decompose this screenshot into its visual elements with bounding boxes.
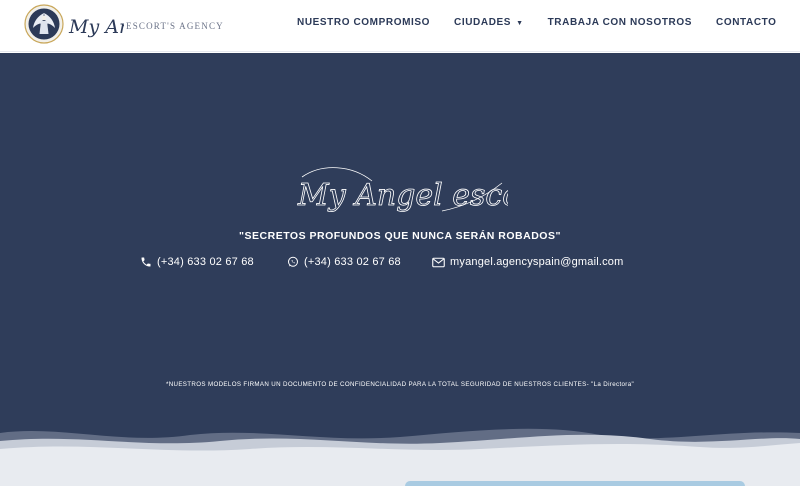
contact-email-text: myangel.agencyspain@gmail.com	[450, 256, 624, 268]
hero-section: My Angel escort "SECRETOS PROFUNDOS QUE …	[0, 53, 800, 486]
contact-list: (+34) 633 02 67 68 (+34) 633 02 67 68 my…	[0, 256, 800, 274]
envelope-icon	[432, 257, 445, 267]
main-nav: NUESTRO COMPROMISO CIUDADES ▼ TRABAJA CO…	[297, 17, 777, 28]
contact-email-link[interactable]: myangel.agencyspain@gmail.com	[432, 256, 624, 268]
nav-item-trabaja-con-nosotros[interactable]: TRABAJA CON NOSOTROS	[548, 17, 692, 28]
contact-phone-link[interactable]: (+34) 633 02 67 68	[140, 256, 254, 268]
chevron-down-icon: ▼	[516, 19, 524, 27]
hero-tagline: "SECRETOS PROFUNDOS QUE NUNCA SERÁN ROBA…	[239, 230, 561, 242]
site-header: My Angel ESCORT'S AGENCY NUESTRO COMPROM…	[0, 0, 800, 52]
confidentiality-footnote: *NUESTROS MODELOS FIRMAN UN DOCUMENTO DE…	[165, 381, 635, 388]
phone-icon	[141, 257, 151, 267]
logo-subtitle: ESCORT'S AGENCY	[126, 21, 224, 31]
svg-text:My Angel: My Angel	[68, 16, 124, 38]
site-logo[interactable]: My Angel ESCORT'S AGENCY	[24, 4, 224, 44]
nav-item-label: TRABAJA CON NOSOTROS	[547, 17, 693, 28]
nav-item-contacto[interactable]: CONTACTO	[716, 17, 777, 28]
nav-item-label: CIUDADES	[454, 17, 512, 28]
contact-phone-text: (+34) 633 02 67 68	[157, 256, 254, 268]
nav-item-label: CONTACTO	[716, 17, 777, 28]
nav-item-label: NUESTRO COMPROMISO	[297, 17, 431, 28]
nav-item-nuestro-compromiso[interactable]: NUESTRO COMPROMISO	[297, 17, 430, 28]
contact-whatsapp-text: (+34) 633 02 67 68	[304, 256, 401, 268]
content-panel-top	[405, 481, 745, 486]
logo-script: My Angel	[68, 16, 124, 38]
svg-text:My Angel escort: My Angel escort	[297, 178, 508, 213]
hero-script-title: My Angel escort	[297, 167, 508, 213]
wave-divider	[0, 428, 800, 486]
contact-whatsapp-link[interactable]: (+34) 633 02 67 68	[287, 256, 401, 268]
angel-emblem-icon	[24, 4, 64, 44]
whatsapp-icon	[288, 256, 298, 267]
nav-item-ciudades[interactable]: CIUDADES ▼	[454, 17, 524, 28]
